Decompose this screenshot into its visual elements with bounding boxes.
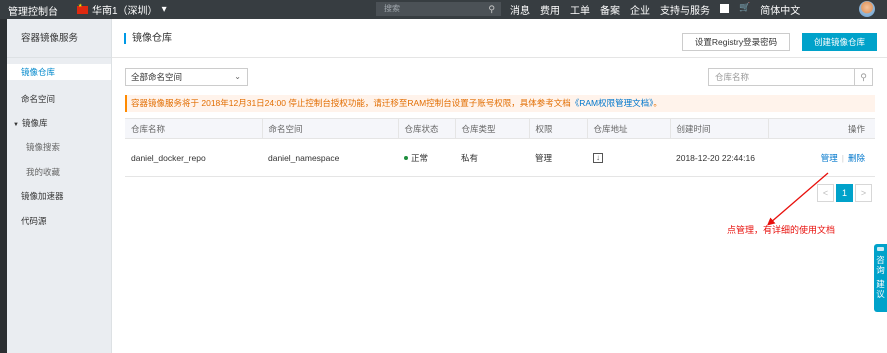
sidebar-item-image-library[interactable]: ▼ 镜像库 [7, 115, 111, 131]
repo-status: 正常 [398, 138, 455, 177]
status-label: 正常 [411, 152, 429, 163]
feedback-label-2: 建议 [876, 279, 885, 299]
cart-icon[interactable]: 🛒 [739, 2, 750, 17]
sidebar-item-namespaces[interactable]: 命名空间 [7, 91, 111, 107]
product-nav-collapsed [0, 19, 7, 353]
top-nav-menu: 消息 费用 工单 备案 企业 支持与服务 🛒 简体中文 [510, 2, 800, 17]
download-icon[interactable]: ↓ [593, 153, 603, 163]
global-search-input[interactable]: 搜索 ⚲ [376, 2, 501, 16]
sidebar-item-repositories[interactable]: 镜像仓库 [7, 64, 111, 80]
sidebar-title: 容器镜像服务 [7, 19, 111, 58]
user-avatar[interactable] [859, 1, 875, 17]
repo-namespace: daniel_namespace [262, 138, 398, 177]
sidebar-item-label: 命名空间 [21, 94, 56, 104]
nav-billing[interactable]: 费用 [540, 2, 560, 17]
column-header: 操作 [767, 118, 875, 139]
column-header: 仓库类型 [454, 118, 529, 139]
console-home-link[interactable]: 管理控制台 [8, 3, 58, 18]
chat-icon [877, 247, 884, 251]
column-header: 仓库地址 [586, 118, 670, 139]
column-header: 仓库名称 [125, 118, 262, 139]
sidebar-item-label: 镜像搜索 [26, 142, 61, 152]
repository-search-input[interactable]: 仓库名称 ⚲ [708, 68, 873, 86]
column-header: 权限 [528, 118, 587, 139]
sidebar-item-label: 镜像库 [21, 118, 48, 128]
nav-icp[interactable]: 备案 [600, 2, 620, 17]
repository-table: 仓库名称 命名空间 仓库状态 仓库类型 权限 仓库地址 创建时间 操作 dani… [125, 118, 875, 177]
repo-address: ↓ [587, 138, 670, 177]
annotation-text: 点管理，有详细的使用文档 [727, 225, 836, 235]
sidebar-item-label: 我的收藏 [26, 167, 61, 177]
next-page-button[interactable]: > [855, 184, 872, 202]
operation-separator: | [841, 152, 844, 163]
delete-link[interactable]: 删除 [848, 153, 865, 163]
page-number-current[interactable]: 1 [836, 184, 853, 202]
repo-name: daniel_docker_repo [125, 138, 262, 177]
nav-messages[interactable]: 消息 [510, 2, 530, 17]
notice-text: 容器镜像服务将于 2018年12月31日24:00 停止控制台授权功能，请迁移至… [131, 98, 571, 108]
nav-enterprise[interactable]: 企业 [630, 2, 650, 17]
nav-support[interactable]: 支持与服务 [660, 2, 710, 17]
chevron-down-icon: ⌄ [234, 72, 241, 81]
sidebar-item-label: 代码源 [21, 216, 47, 226]
repo-type: 私有 [455, 138, 529, 177]
column-header: 仓库状态 [397, 118, 455, 139]
search-icon[interactable]: ⚲ [488, 2, 495, 16]
deprecation-notice: 容器镜像服务将于 2018年12月31日24:00 停止控制台授权功能，请迁移至… [125, 95, 875, 112]
feedback-tab[interactable]: 咨询 建议 [874, 244, 887, 312]
search-icon[interactable]: ⚲ [854, 69, 872, 85]
namespace-select[interactable]: 全部命名空间 ⌄ [125, 68, 248, 86]
main-content: 镜像仓库 设置Registry登录密码 创建镜像仓库 全部命名空间 ⌄ 仓库名称… [112, 19, 887, 353]
search-placeholder: 搜索 [384, 4, 400, 13]
caret-down-icon: ▼ [13, 122, 19, 128]
sidebar-item-image-search[interactable]: 镜像搜索 [7, 139, 111, 155]
column-header: 命名空间 [261, 118, 398, 139]
sidebar-item-accelerator[interactable]: 镜像加速器 [7, 188, 111, 204]
repository-search-placeholder: 仓库名称 [715, 72, 750, 82]
terminal-icon[interactable] [720, 4, 729, 13]
annotation-arrow [767, 172, 829, 226]
repo-permission: 管理 [529, 138, 587, 177]
sidebar-item-label: 镜像加速器 [21, 191, 64, 201]
manage-link[interactable]: 管理 [821, 153, 838, 163]
page-header: 镜像仓库 设置Registry登录密码 创建镜像仓库 [112, 19, 887, 58]
set-registry-password-button[interactable]: 设置Registry登录密码 [682, 33, 790, 51]
region-label: 华南1（深圳） [92, 6, 158, 17]
sidebar-item-favorites[interactable]: 我的收藏 [7, 164, 111, 180]
column-header: 创建时间 [669, 118, 768, 139]
feedback-label-1: 咨询 [876, 255, 885, 275]
china-flag-icon [77, 3, 88, 14]
table-header-row: 仓库名称 命名空间 仓库状态 仓库类型 权限 仓库地址 创建时间 操作 [125, 118, 875, 139]
sidebar-item-label: 镜像仓库 [21, 67, 56, 77]
sidebar-item-code-source[interactable]: 代码源 [7, 213, 111, 229]
sidebar: 容器镜像服务 镜像仓库 命名空间 ▼ 镜像库 镜像搜索 我的收藏 镜像加速器 代码… [7, 19, 112, 353]
nav-tickets[interactable]: 工单 [570, 2, 590, 17]
notice-tail: 。 [653, 98, 662, 108]
namespace-select-value: 全部命名空间 [131, 72, 183, 82]
region-selector[interactable]: 华南1（深圳） ▾ [77, 2, 167, 17]
ram-doc-link[interactable]: 《RAM权限管理文档》 [571, 98, 654, 108]
chevron-down-icon: ▾ [161, 4, 167, 15]
language-selector[interactable]: 简体中文 [760, 2, 800, 17]
top-navigation-bar: 管理控制台 华南1（深圳） ▾ 搜索 ⚲ 消息 费用 工单 备案 企业 支持与服… [0, 0, 887, 19]
status-dot-icon [404, 156, 408, 161]
create-repository-button[interactable]: 创建镜像仓库 [802, 33, 877, 51]
page-title: 镜像仓库 [124, 33, 172, 44]
